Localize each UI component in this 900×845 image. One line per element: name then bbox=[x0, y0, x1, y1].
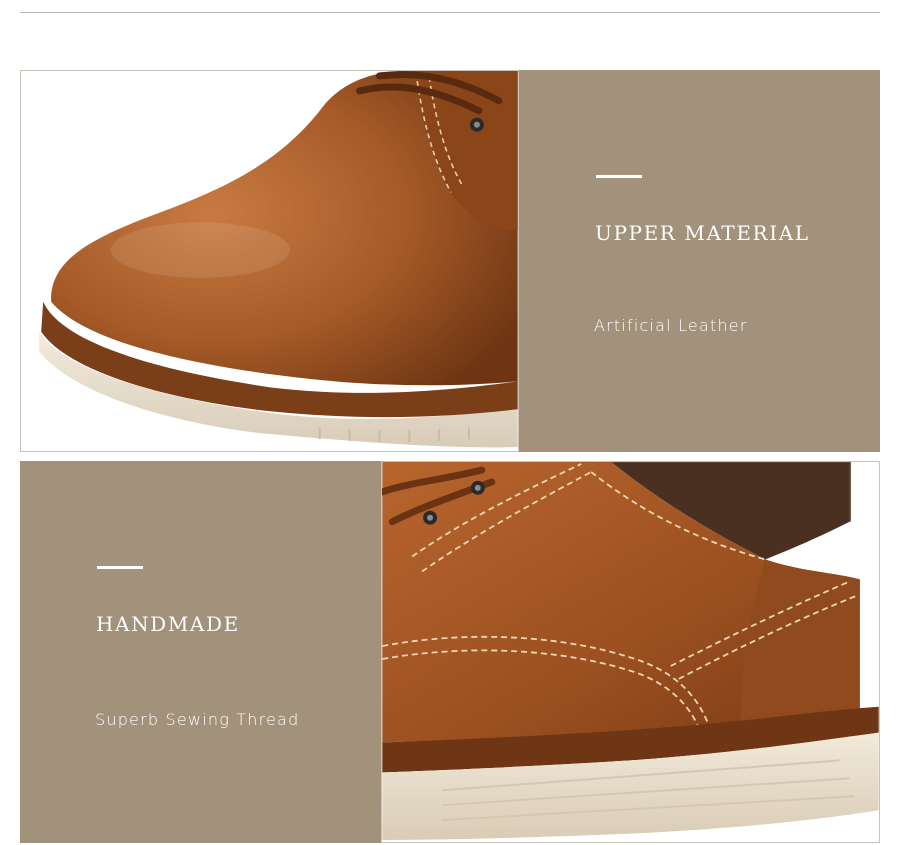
feature-title: HANDMADE bbox=[96, 612, 240, 636]
shoe-toe-closeup-image bbox=[20, 70, 519, 452]
shoe-stitching-closeup-image bbox=[381, 461, 880, 843]
accent-dash bbox=[596, 175, 642, 178]
top-divider bbox=[20, 12, 880, 13]
feature-subtitle: Artificial Leather bbox=[594, 316, 748, 335]
feature-title: UPPER MATERIAL bbox=[595, 221, 810, 245]
accent-dash bbox=[97, 566, 143, 569]
feature-panel-handmade: HANDMADE Superb Sewing Thread bbox=[20, 461, 381, 843]
feature-subtitle: Superb Sewing Thread bbox=[95, 710, 300, 729]
feature-panel-upper-material: UPPER MATERIAL Artificial Leather bbox=[519, 70, 880, 452]
